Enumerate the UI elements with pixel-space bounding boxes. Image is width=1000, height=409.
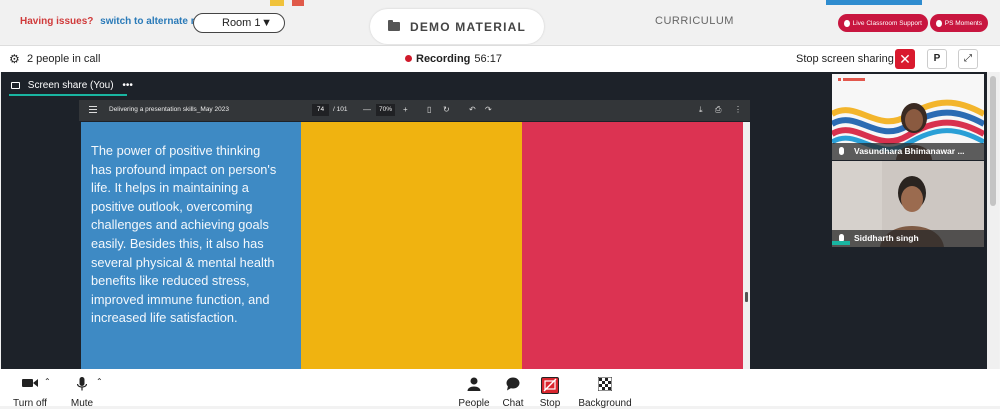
participant-name-bar-2: Siddharth singh — [832, 230, 984, 247]
mic-options-chevron-icon[interactable]: ⌃ — [96, 377, 103, 386]
stop-screen-share-icon — [541, 377, 559, 394]
camera-icon — [936, 19, 942, 27]
background-grid-icon — [597, 376, 613, 392]
slide-yellow-column — [301, 122, 522, 369]
participant-tile-1[interactable]: Vasundhara Bhimanawar ... — [832, 74, 984, 160]
bottom-controls: Turn off ⌃ Mute ⌃ People Chat Stop Backg… — [0, 369, 1000, 409]
decorative-stripe-icon — [270, 0, 304, 6]
room-select-value: Room 1 — [222, 17, 261, 29]
microphone-icon — [839, 147, 844, 155]
undo-icon[interactable]: ↶ — [469, 105, 476, 114]
pdf-scrollbar-thumb[interactable] — [745, 292, 748, 302]
stop-label: Stop — [539, 398, 561, 409]
call-header: ⚙ 2 people in call Recording 56:17 Stop s… — [0, 45, 1000, 72]
redo-icon[interactable]: ↷ — [485, 105, 492, 114]
page-total: / 101 — [333, 106, 348, 113]
participant-tile-2[interactable]: Siddharth singh — [832, 161, 984, 247]
fit-page-icon[interactable]: ▯ — [427, 105, 431, 114]
camera-options-chevron-icon[interactable]: ⌃ — [44, 377, 51, 386]
p-button[interactable]: P — [927, 49, 947, 69]
turn-off-label: Turn off — [13, 398, 47, 409]
person-icon — [467, 377, 481, 391]
zoom-out-icon[interactable]: — — [363, 105, 371, 114]
pdf-title: Delivering a presentation skills_May 202… — [109, 106, 229, 113]
zoom-level[interactable]: 70% — [376, 104, 395, 116]
chat-label: Chat — [502, 398, 524, 409]
people-label: People — [458, 398, 490, 409]
participant-name-1: Vasundhara Bhimanawar ... — [854, 146, 965, 156]
mute-button[interactable]: Mute — [71, 377, 93, 409]
video-camera-icon — [22, 379, 38, 387]
plus-circle-icon — [844, 19, 850, 27]
background-button[interactable]: Background — [578, 376, 632, 409]
tab-demo-material[interactable]: DEMO MATERIAL — [370, 9, 544, 44]
recording-dot-icon — [405, 55, 412, 62]
live-support-label: Live Classroom Support — [852, 19, 922, 27]
turn-off-camera-button[interactable]: Turn off — [13, 377, 47, 409]
room-select[interactable]: Room 1 ▼ — [193, 13, 285, 33]
participant-name-bar-1: Vasundhara Bhimanawar ... — [832, 143, 984, 160]
fullscreen-button[interactable]: ⤢ — [958, 49, 978, 69]
pdf-toolbar: Delivering a presentation skills_May 202… — [79, 100, 750, 121]
rotate-icon[interactable]: ↻ — [443, 105, 450, 114]
active-tab-underline — [9, 94, 127, 96]
folder-icon — [387, 20, 400, 31]
people-in-call: 2 people in call — [27, 53, 101, 65]
participant-name-2: Siddharth singh — [854, 233, 919, 243]
screen-icon — [11, 82, 20, 89]
more-options-icon[interactable]: ••• — [122, 80, 133, 91]
print-icon[interactable]: ⎙ — [715, 105, 721, 115]
slide-text: The power of positive thinking has profo… — [91, 143, 277, 326]
chat-bubble-icon — [506, 377, 520, 391]
recording-status: Recording 56:17 — [405, 53, 502, 65]
microphone-icon — [76, 377, 88, 391]
page-scrollbar-thumb[interactable] — [990, 76, 996, 206]
pdf-scrollbar[interactable] — [743, 122, 750, 369]
mute-label: Mute — [70, 398, 94, 409]
stop-sharing-button[interactable]: ✕ — [895, 49, 915, 69]
recording-label: Recording — [416, 53, 471, 65]
page-number-input[interactable]: 74 — [312, 104, 329, 116]
tab-curriculum[interactable]: CURRICULUM — [655, 15, 734, 27]
download-icon[interactable]: ⤓ — [699, 105, 703, 115]
slide-red-column — [522, 122, 743, 369]
zoom-in-icon[interactable]: + — [403, 105, 408, 114]
background-label: Background — [578, 398, 632, 409]
people-button[interactable]: People — [458, 377, 490, 409]
screen-share-tab[interactable]: Screen share (You) ••• — [11, 80, 133, 91]
chat-button[interactable]: Chat — [502, 377, 524, 409]
ps-moments-label: PS Moments — [944, 19, 982, 27]
issues-text: Having issues? — [20, 16, 94, 27]
stop-sharing-label: Stop screen sharing — [796, 53, 894, 65]
pdf-slide: The power of positive thinking has profo… — [81, 122, 743, 369]
tab-demo-material-label: DEMO MATERIAL — [409, 19, 527, 34]
screen-share-label: Screen share (You) — [27, 80, 114, 91]
recording-time: 56:17 — [474, 53, 502, 65]
more-vertical-icon[interactable]: ⋮ — [734, 105, 742, 114]
issues-notice: Having issues? switch to alternate room — [20, 16, 216, 27]
menu-icon[interactable] — [89, 106, 97, 107]
stop-share-button[interactable]: Stop — [540, 377, 560, 409]
live-support-button[interactable]: Live Classroom Support — [838, 14, 928, 32]
page-scrollbar[interactable] — [987, 72, 999, 369]
ps-moments-button[interactable]: PS Moments — [930, 14, 988, 32]
top-bar: Having issues? switch to alternate room … — [0, 0, 1000, 44]
slide-blue-column: The power of positive thinking has profo… — [81, 122, 301, 369]
active-speaker-indicator — [832, 241, 850, 245]
caret-down-icon: ▼ — [261, 17, 272, 29]
gear-icon[interactable]: ⚙ — [9, 53, 21, 65]
blue-tab-indicator — [826, 0, 922, 5]
